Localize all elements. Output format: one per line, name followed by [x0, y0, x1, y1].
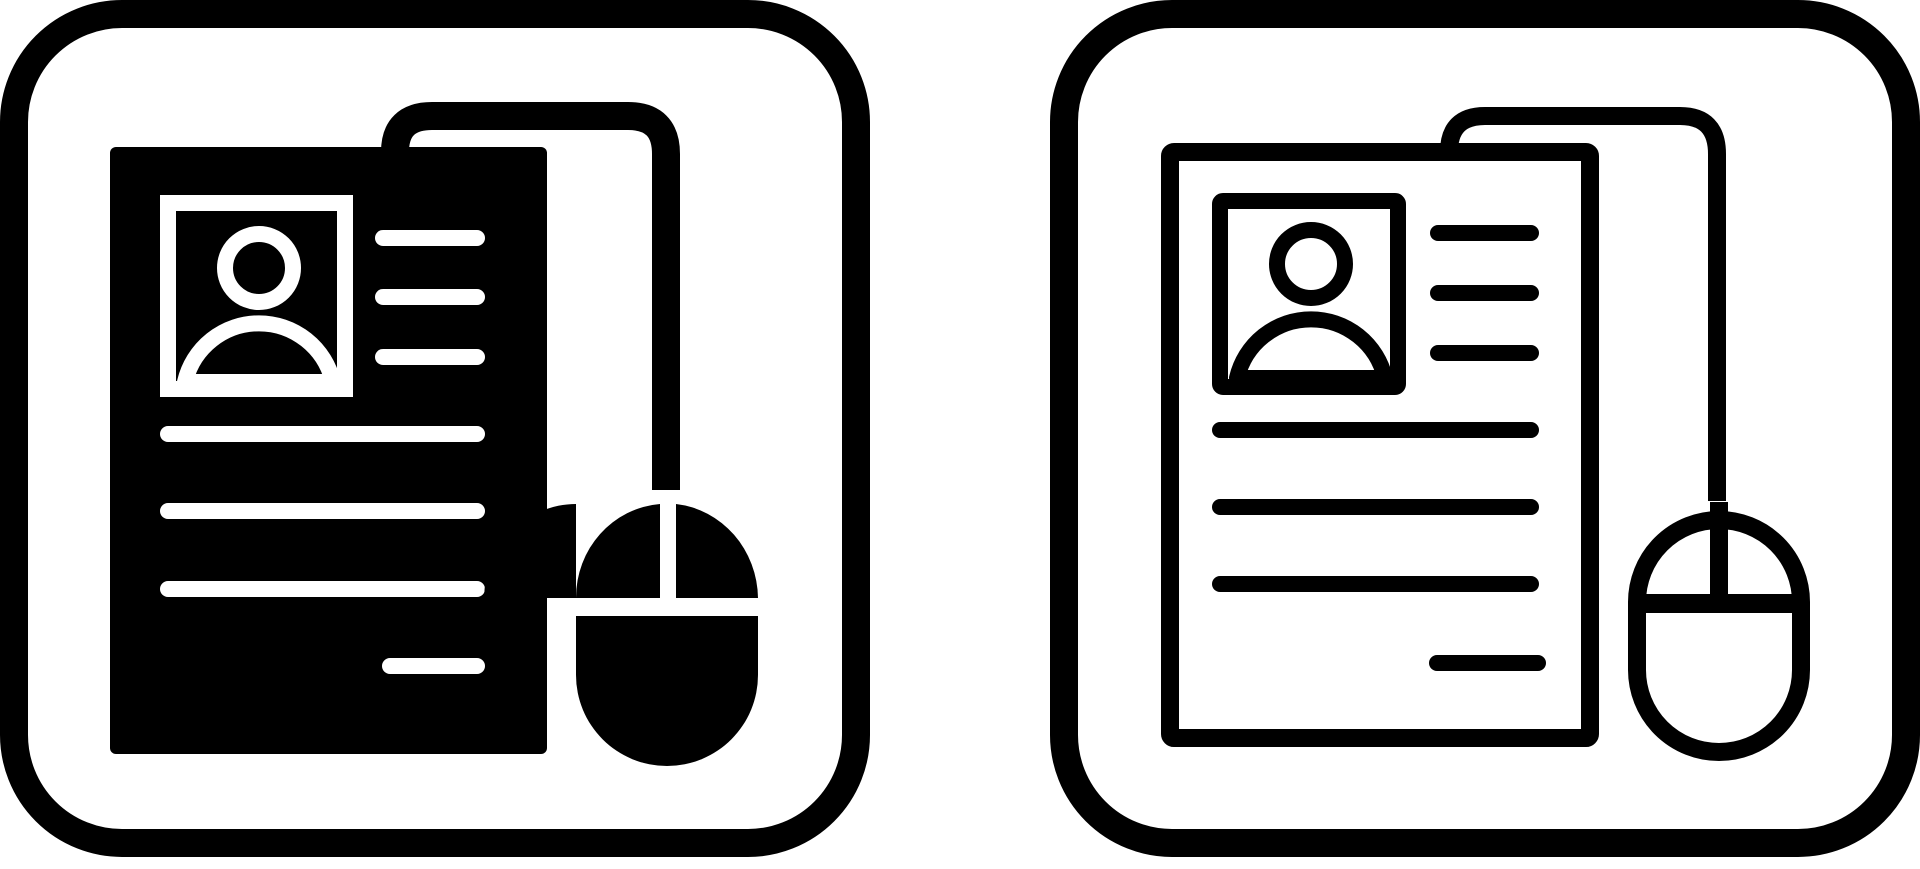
glyph-mouse-body: [576, 616, 758, 766]
outline-computer-mouse: [1628, 502, 1810, 761]
glyph-mouse-right-button: [676, 504, 758, 598]
icon-pair-canvas: [0, 0, 1920, 869]
online-resume-glyph-icon: [0, 0, 870, 857]
glyph-mouse-left-button-fill: [575, 504, 660, 598]
icon-pair-svg: [0, 0, 1920, 857]
online-resume-outline-icon: [1050, 0, 1920, 857]
